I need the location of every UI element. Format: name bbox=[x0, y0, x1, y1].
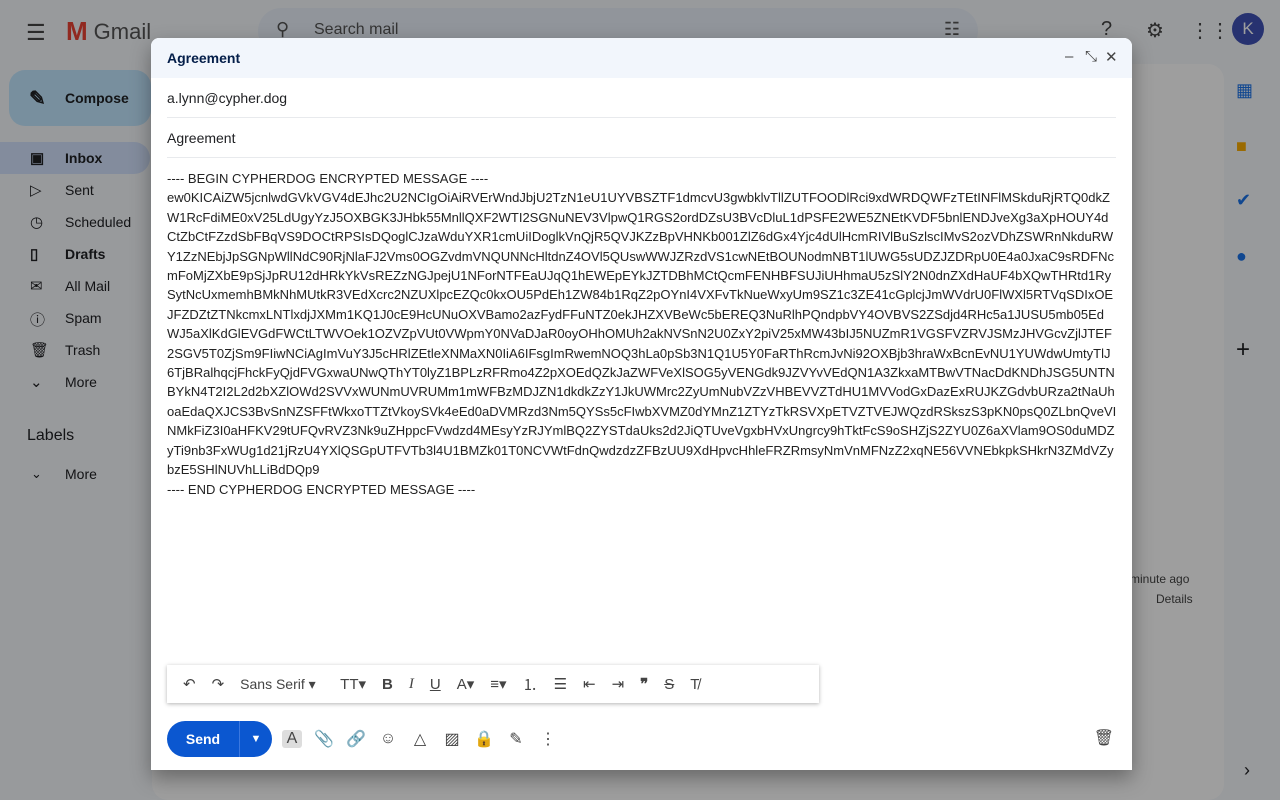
subject-field[interactable]: Agreement bbox=[167, 118, 1116, 158]
compose-dialog: Agreement – ⤡ ✕ a.lynn@cypher.dog Agreem… bbox=[151, 38, 1132, 770]
align-icon[interactable]: ≡▾ bbox=[482, 675, 514, 693]
font-select[interactable]: Sans Serif ▾ bbox=[232, 676, 332, 693]
message-line: 6TjBRalhqcjFhckFyQjdFVGxwaUNwQThYT0lyZ1B… bbox=[167, 365, 1115, 381]
compose-title: Agreement bbox=[167, 50, 241, 66]
numbered-list-icon[interactable]: ⒈ bbox=[515, 674, 546, 695]
discard-icon[interactable]: 🗑 bbox=[1094, 728, 1114, 748]
italic-icon[interactable]: I bbox=[401, 676, 422, 693]
message-line: ew0KICAiZW5jcnlwdGVkVGV4dEJhc2U2NCIgOiAi… bbox=[167, 190, 1110, 206]
message-line: SytNcUxmemhBMkNhMUtkR3VEdXcrc2NZUXlpcEZQ… bbox=[167, 287, 1114, 303]
font-size-icon[interactable]: TT▾ bbox=[332, 675, 374, 693]
formatting-toolbar: ↶ ↷ Sans Serif ▾ TT▾ B I U A▾ ≡▾ ⒈ ☰ ⇤ ⇥… bbox=[167, 665, 819, 703]
message-line: mFoMjZXbE9pSjJpRU12dHRkYkVsREZzNGJpejU1N… bbox=[167, 268, 1112, 284]
compose-header: Agreement – ⤡ ✕ bbox=[151, 38, 1132, 78]
message-line: BYkN4T2I2L2d2bXZlOWd2SVVxWUNmUVRUMm1mWFB… bbox=[167, 384, 1115, 400]
message-end: ---- END CYPHERDOG ENCRYPTED MESSAGE ---… bbox=[167, 481, 476, 497]
message-line: WJ5aXlKdGlEVGdFWCtLTWVOek1OZVZpVUt0VWpmY… bbox=[167, 326, 1112, 342]
image-icon[interactable]: ▨ bbox=[442, 729, 462, 749]
text-color-icon[interactable]: A▾ bbox=[449, 675, 483, 693]
bulleted-list-icon[interactable]: ☰ bbox=[546, 675, 575, 693]
emoji-icon[interactable]: ☺ bbox=[378, 730, 398, 748]
underline-icon[interactable]: U bbox=[422, 676, 449, 693]
quote-icon[interactable]: ❞ bbox=[632, 675, 656, 693]
message-line: Y1ZzNEbjJpSGNpWllNdC90RjNlaFJ2Vms0OGZvdm… bbox=[167, 248, 1115, 264]
message-line: JFZDZtZTNkcmxLNTlxdjJXMm1KQ1J0cE9HcUNuOX… bbox=[167, 306, 1105, 322]
formatting-options-icon[interactable]: A bbox=[282, 730, 302, 748]
send-bar: Send ▼ A 📎 🔗 ☺ △ ▨ 🔒 ✎ ⋮ bbox=[167, 721, 558, 757]
undo-icon[interactable]: ↶ bbox=[175, 675, 204, 693]
confidential-icon[interactable]: 🔒 bbox=[474, 729, 494, 749]
message-line: W1RcFdiME0xV25LdUgyYzJ5OXBGK3JHbk55MnllQ… bbox=[167, 209, 1109, 225]
close-icon[interactable]: ✕ bbox=[1105, 48, 1118, 66]
remove-formatting-icon[interactable]: T̸ bbox=[682, 676, 707, 693]
message-lines: ew0KICAiZW5jcnlwdGVkVGV4dEJhc2U2NCIgOiAi… bbox=[167, 188, 1119, 479]
message-line: CtZbCtFZzdSbFBqVS9DOCtRPSIsDQoglCJzaWduY… bbox=[167, 229, 1114, 245]
to-field[interactable]: a.lynn@cypher.dog bbox=[167, 78, 1116, 118]
attach-icon[interactable]: 📎 bbox=[314, 729, 334, 749]
message-line: yTi9nb3FxWUg1d21jRzU4YXlQSGpUTFVTb3l4U1B… bbox=[167, 442, 1114, 458]
redo-icon[interactable]: ↷ bbox=[204, 675, 233, 693]
exit-fullscreen-icon[interactable]: ⤡ bbox=[1085, 48, 1097, 65]
message-line: bzE5SHlNUVhLLiBdDQp9 bbox=[167, 462, 320, 478]
minimize-icon[interactable]: – bbox=[1065, 48, 1073, 65]
message-line: 2SGV5T0ZjSm9FIiwNCiAgImVuY3J5cHRlZEtleXN… bbox=[167, 345, 1111, 361]
link-icon[interactable]: 🔗 bbox=[346, 729, 366, 749]
message-line: oaEdaQXJCS3BvSnNZSFFtWkxoTTZtVkoySVk4eEd… bbox=[167, 403, 1117, 419]
message-line: NMkFiZ3I0aHFKV29tUFQvRVZ3Nk9uZHppcFVwdzd… bbox=[167, 423, 1115, 439]
message-body[interactable]: ---- BEGIN CYPHERDOG ENCRYPTED MESSAGE -… bbox=[167, 169, 1119, 499]
drive-icon[interactable]: △ bbox=[410, 729, 430, 749]
bold-icon[interactable]: B bbox=[374, 676, 401, 693]
strikethrough-icon[interactable]: S bbox=[656, 676, 682, 693]
more-options-icon[interactable]: ⋮ bbox=[538, 729, 558, 749]
indent-more-icon[interactable]: ⇥ bbox=[604, 675, 633, 693]
message-begin: ---- BEGIN CYPHERDOG ENCRYPTED MESSAGE -… bbox=[167, 171, 489, 186]
signature-icon[interactable]: ✎ bbox=[506, 729, 526, 749]
indent-less-icon[interactable]: ⇤ bbox=[575, 675, 604, 693]
send-options-button[interactable]: ▼ bbox=[239, 721, 272, 757]
send-button[interactable]: Send bbox=[167, 721, 239, 757]
